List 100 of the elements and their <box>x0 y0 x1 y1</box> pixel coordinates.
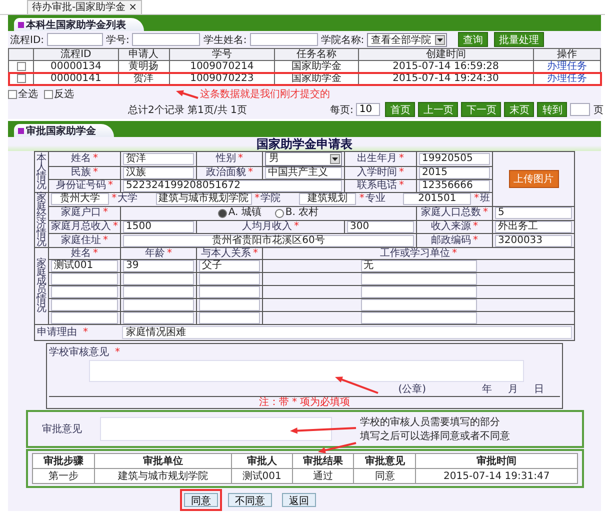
row-checkbox[interactable] <box>16 62 26 71</box>
input-field[interactable]: 300 <box>347 220 414 233</box>
pager-button[interactable]: 转到 <box>537 102 568 117</box>
gender-select[interactable]: 男 <box>265 152 342 166</box>
input-field[interactable]: 外出务工 <box>495 220 572 233</box>
input-field[interactable]: 1500 <box>123 220 194 233</box>
invert-checkbox[interactable]: 反选 <box>44 87 74 101</box>
action-button[interactable]: 同意 <box>184 493 218 507</box>
input-field[interactable]: 中国共产主义 <box>265 167 342 179</box>
table-cell: 同意 <box>354 468 416 484</box>
input-field[interactable]: 无 <box>360 260 476 272</box>
input-field[interactable]: 201501 <box>403 193 472 206</box>
caret-icon <box>330 154 340 164</box>
input-field[interactable] <box>123 286 194 298</box>
annotation-text: 填写之后可以选择同意或者不同意 <box>360 430 510 443</box>
action-button[interactable]: 返回 <box>282 493 316 507</box>
required-mark: * <box>93 248 98 258</box>
input-field[interactable]: 建筑与城市规划学院 <box>156 193 252 206</box>
action-button[interactable]: 不同意 <box>228 493 272 507</box>
column-header: 姓名 <box>71 248 91 258</box>
input-field[interactable] <box>51 299 118 311</box>
input-field[interactable] <box>250 33 318 46</box>
input-field[interactable]: 测试001 <box>51 260 118 272</box>
section-label: 家庭经济情况 <box>36 193 46 247</box>
annotation-arrow <box>176 90 198 99</box>
input-field[interactable] <box>123 273 194 285</box>
date-label: 年 <box>482 383 492 396</box>
review-opinion-field[interactable] <box>100 417 332 441</box>
field-label: 家庭人口总数 <box>421 207 481 218</box>
field-label: 学校审核意见 <box>49 346 109 359</box>
required-mark: * <box>473 234 478 246</box>
toolbar-button[interactable]: 查询 <box>458 32 488 47</box>
input-field[interactable]: 19920505 <box>419 153 490 165</box>
table-cell: 通过 <box>292 468 354 484</box>
browser-tab[interactable]: 待办审批-国家助学金 × <box>27 0 142 14</box>
input-field[interactable]: 5 <box>495 207 572 220</box>
section-label: 本人情况 <box>36 154 46 190</box>
college-select[interactable]: 查看全部学院 <box>367 32 448 46</box>
input-field[interactable]: 2015 <box>419 167 490 179</box>
pager-button[interactable]: 末页 <box>504 102 534 117</box>
input-field[interactable] <box>199 286 260 298</box>
column-header: 操作 <box>533 48 600 60</box>
radio-option[interactable]: B. 农村 <box>275 208 319 218</box>
radio-option[interactable]: A. 城镇 <box>218 208 262 218</box>
input-field[interactable]: 建筑规划 <box>298 193 356 206</box>
input-field[interactable] <box>360 312 476 324</box>
annotation-text: 这条数据就是我们刚才提交的 <box>200 88 330 101</box>
input-field[interactable]: 贵州省贵阳市花溪区60号 <box>123 234 414 247</box>
input-field[interactable] <box>123 312 194 324</box>
school-opinion-field[interactable] <box>89 360 524 382</box>
reason-field[interactable]: 家庭情况困难 <box>122 326 572 339</box>
annotation-text: 学校的审核人员需要填写的部分 <box>360 416 501 429</box>
column-header: 审批意见 <box>354 454 416 468</box>
input-field[interactable]: 汉族 <box>123 167 194 179</box>
input-field[interactable] <box>123 299 194 311</box>
input-field[interactable] <box>199 299 260 311</box>
select-all-checkbox[interactable]: 全选 <box>8 87 38 101</box>
input-field[interactable] <box>51 286 118 298</box>
pager-button[interactable]: 上一页 <box>418 102 458 117</box>
input-field[interactable] <box>47 33 104 46</box>
input-field[interactable] <box>360 286 476 298</box>
record-summary: 总计2个记录 第1页/共 1页 <box>128 104 247 117</box>
pager-button[interactable]: 下一页 <box>461 102 502 117</box>
input-field[interactable] <box>199 312 260 324</box>
bullet-icon <box>18 128 24 134</box>
required-note: 注：带 * 项为必填项 <box>258 397 350 408</box>
input-field[interactable]: 39 <box>123 260 194 272</box>
field-label: 大学 <box>118 194 138 204</box>
input-field[interactable] <box>360 299 476 311</box>
field-label: 政治面貌 <box>206 167 246 178</box>
page-field[interactable] <box>570 103 590 116</box>
required-mark: * <box>93 167 98 178</box>
close-icon[interactable]: × <box>128 1 137 14</box>
field-label: 家庭住址 <box>61 234 101 246</box>
input-field[interactable] <box>199 273 260 285</box>
input-field[interactable] <box>360 273 476 285</box>
page-size-field[interactable]: 10 <box>356 103 380 116</box>
input-field[interactable] <box>51 312 118 324</box>
filter-label: 学院名称: <box>320 34 364 46</box>
input-field[interactable] <box>132 33 200 46</box>
pager-button[interactable]: 首页 <box>385 102 416 117</box>
seal-label: (公章) <box>398 382 426 396</box>
input-field[interactable]: 12356666 <box>419 180 490 192</box>
input-field[interactable]: 522324199208051672 <box>123 180 342 192</box>
input-field[interactable]: 3200033 <box>495 234 572 247</box>
required-mark: * <box>108 180 113 191</box>
input-field[interactable]: 贵州大学 <box>51 193 109 206</box>
field-label: 收入来源 <box>431 220 471 232</box>
panel-title: 审批国家助学金 <box>14 124 114 137</box>
input-field[interactable]: 贺洋 <box>123 153 194 165</box>
field-label: 身份证号码 <box>56 180 106 191</box>
input-field[interactable]: 父子 <box>199 260 260 272</box>
row-checkbox[interactable] <box>16 74 26 83</box>
required-mark: * <box>359 194 364 204</box>
toolbar-button[interactable]: 批量处理 <box>494 32 544 47</box>
column-header: 流程ID <box>34 48 118 60</box>
required-mark: * <box>399 153 404 164</box>
field-label: 家庭月总收入 <box>51 220 111 232</box>
column-header: 与本人关系 <box>201 248 251 258</box>
input-field[interactable] <box>51 273 118 285</box>
